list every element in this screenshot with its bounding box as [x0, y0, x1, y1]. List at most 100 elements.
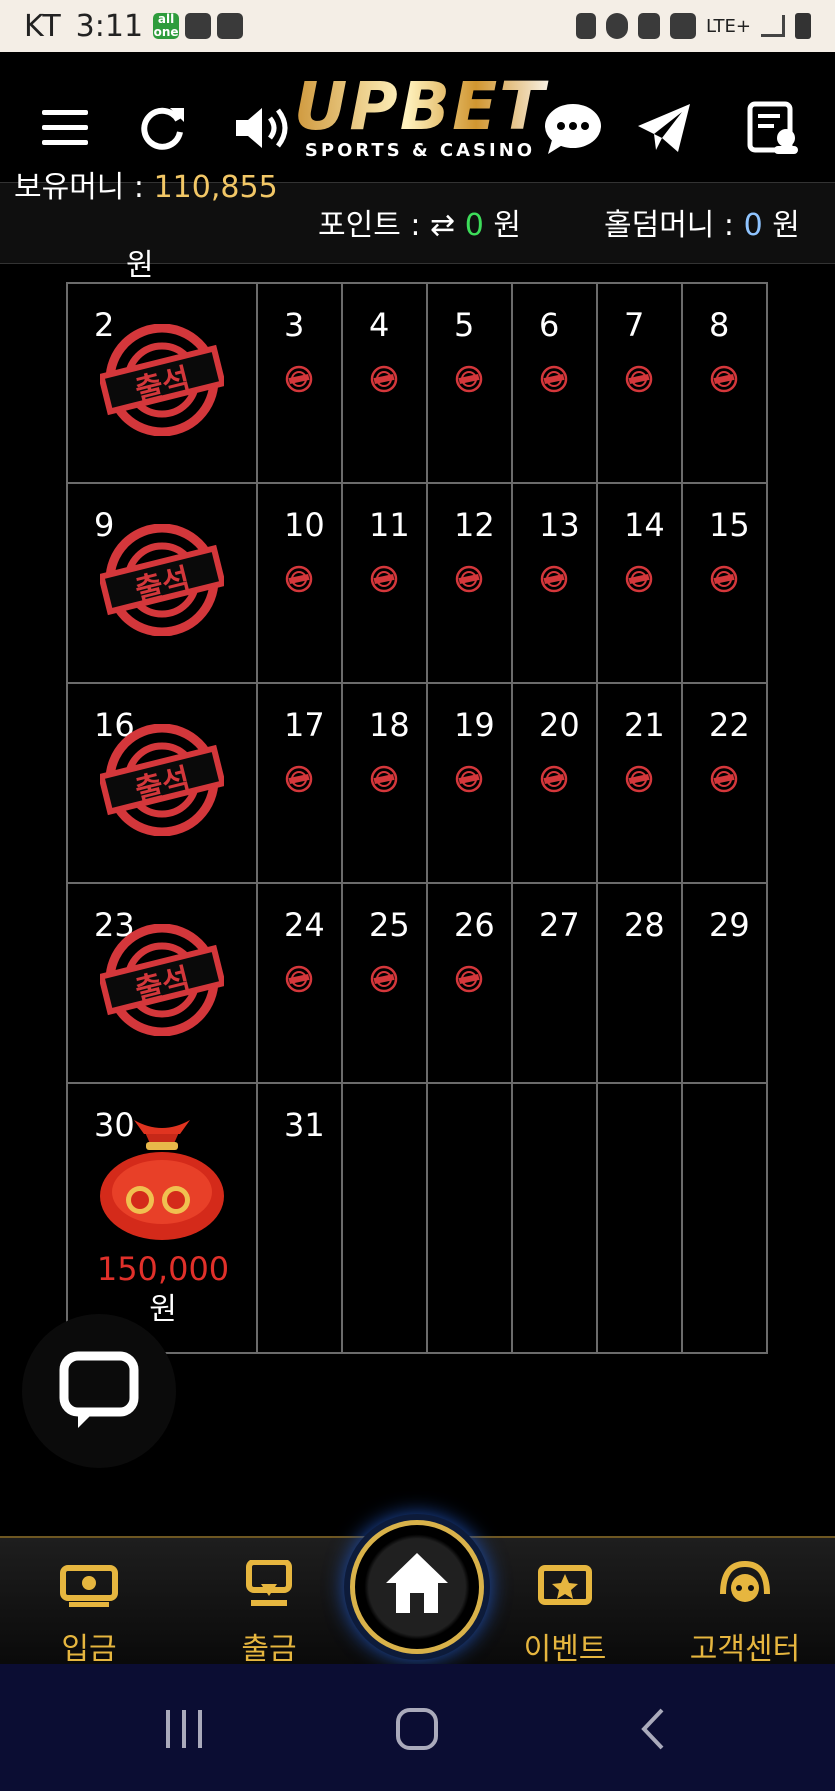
nav-deposit-label: 입금 [61, 1632, 117, 1667]
calendar-day-7: 7 [596, 282, 683, 484]
prize-amount: 150,000 [96, 1250, 230, 1288]
brand-logo[interactable]: UPBET SPORTS & CASINO [280, 72, 560, 192]
calendar-empty-cell [511, 1082, 598, 1354]
recent-apps-icon[interactable] [160, 1704, 210, 1754]
board-icon[interactable] [744, 100, 800, 156]
unclaimed-coin-icon [709, 764, 739, 794]
unclaimed-coin-icon [539, 364, 569, 394]
carrier-label: KT [24, 8, 62, 44]
menu-icon[interactable] [38, 100, 94, 156]
calendar-day-26: 26 [426, 882, 513, 1084]
calendar-day-31: 31 [256, 1082, 343, 1354]
calendar-day-20: 20 [511, 682, 598, 884]
day-number: 28 [624, 906, 665, 944]
chat-bubble-icon[interactable] [542, 100, 604, 156]
lock-icon [576, 13, 596, 39]
home-system-icon[interactable] [392, 1704, 442, 1754]
day-number: 14 [624, 506, 665, 544]
signal-app-icon [185, 13, 212, 39]
calendar-day-22: 22 [681, 682, 768, 884]
day-number: 6 [539, 306, 560, 344]
deposit-cash-icon [60, 1565, 118, 1607]
home-button[interactable] [350, 1520, 484, 1654]
unclaimed-coin-icon [369, 564, 399, 594]
calendar-day-18: 18 [341, 682, 428, 884]
unclaimed-coin-icon [709, 564, 739, 594]
back-icon[interactable] [630, 1704, 680, 1754]
alarm-icon [606, 13, 628, 39]
calendar-day-23: 23 출석 [66, 882, 258, 1084]
exchange-icon[interactable]: ⇄ [430, 208, 455, 243]
calendar-empty-cell [426, 1082, 513, 1354]
live-chat-button[interactable] [22, 1314, 176, 1468]
calendar-day-10: 10 [256, 482, 343, 684]
day-number: 21 [624, 706, 665, 744]
day-number: 5 [454, 306, 475, 344]
calendar-day-8: 8 [681, 282, 768, 484]
unclaimed-coin-icon [284, 564, 314, 594]
nav-withdraw[interactable]: 출금 [204, 1559, 334, 1668]
mute-icon [638, 13, 660, 39]
unclaimed-coin-icon [369, 964, 399, 994]
event-ticket-icon [538, 1565, 592, 1605]
calendar-day-6: 6 [511, 282, 598, 484]
day-number: 31 [284, 1106, 325, 1144]
battery-icon [795, 13, 811, 39]
refresh-icon[interactable] [134, 100, 190, 156]
day-number: 13 [539, 506, 580, 544]
chat-icon [59, 1351, 139, 1428]
hd-voice-icon [670, 13, 696, 39]
calendar-week-row: 23 출석 24 25 26 27 28 29 [66, 882, 768, 1084]
calendar-day-13: 13 [511, 482, 598, 684]
points-label: 포인트 : [318, 208, 421, 243]
telegram-icon[interactable] [636, 100, 692, 156]
attendance-calendar: 2 출석 3 4 5 6 7 8 9 출석 10 11 12 13 14 15 16 출석 17 18 19 20 21 22… [66, 282, 769, 1354]
calendar-day-25: 25 [341, 882, 428, 1084]
calendar-day-2: 2 출석 [66, 282, 258, 484]
holdem-value: 0 [743, 208, 763, 243]
day-number: 19 [454, 706, 495, 744]
day-number: 12 [454, 506, 495, 544]
calendar-day-27: 27 [511, 882, 598, 1084]
nav-support-label: 고객센터 [689, 1632, 801, 1667]
calendar-week-row: 16 출석 17 18 19 20 21 22 [66, 682, 768, 884]
points-display: 포인트 : ⇄ 0 원 [318, 200, 521, 244]
day-number: 10 [284, 506, 325, 544]
attendance-stamp-icon: 출석 [97, 723, 227, 837]
day-number: 20 [539, 706, 580, 744]
calendar-week-row: 2 출석 3 4 5 6 7 8 [66, 282, 768, 484]
calendar-day-3: 3 [256, 282, 343, 484]
calendar-day-19: 19 [426, 682, 513, 884]
unclaimed-coin-icon [624, 764, 654, 794]
nav-deposit[interactable]: 입금 [24, 1560, 154, 1668]
unclaimed-coin-icon [454, 564, 484, 594]
day-number: 3 [284, 306, 305, 344]
support-headset-icon [720, 1560, 770, 1602]
home-icon [386, 1553, 448, 1613]
attendance-stamp-icon: 출석 [97, 523, 227, 637]
day-number: 4 [369, 306, 390, 344]
day-number: 7 [624, 306, 645, 344]
calendar-day-29: 29 [681, 882, 768, 1084]
calendar-day-14: 14 [596, 482, 683, 684]
balance-unit: 원 [126, 248, 154, 283]
unclaimed-coin-icon [454, 964, 484, 994]
day-number: 29 [709, 906, 750, 944]
balance-display: 보유머니 : 110,855 [14, 162, 278, 206]
day-number: 22 [709, 706, 750, 744]
status-bar: KT 3:11 all one LTE+ [0, 0, 835, 52]
calendar-day-15: 15 [681, 482, 768, 684]
calendar-empty-cell [596, 1082, 683, 1354]
holdem-label: 홀덤머니 : [604, 208, 735, 243]
calendar-week-row: 9 출석 10 11 12 13 14 15 [66, 482, 768, 684]
nav-support[interactable]: 고객센터 [680, 1560, 810, 1668]
calendar-day-30: 30 150,000 원 [66, 1082, 258, 1354]
brand-tagline: SPORTS & CASINO [304, 140, 536, 161]
holdem-unit: 원 [772, 208, 800, 243]
day-number: 17 [284, 706, 325, 744]
attendance-stamp-icon: 출석 [97, 323, 227, 437]
nav-event[interactable]: 이벤트 [500, 1560, 630, 1668]
calendar-day-4: 4 [341, 282, 428, 484]
unclaimed-coin-icon [454, 364, 484, 394]
day-number: 15 [709, 506, 750, 544]
